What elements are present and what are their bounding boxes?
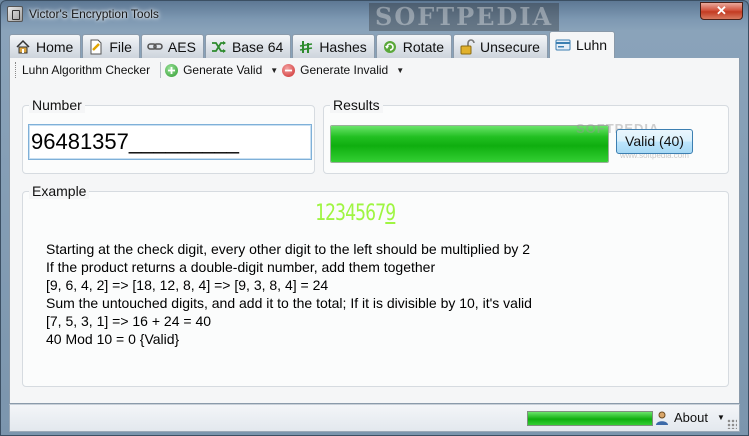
result-progress-fill [331, 126, 608, 162]
open-lock-icon [459, 38, 475, 55]
luhn-panel: Number Results SOFTPEDIA www.softpedia.c… [9, 82, 740, 404]
close-button[interactable]: ✕ [700, 2, 743, 20]
hash-icon [298, 39, 314, 55]
card-icon [555, 37, 571, 53]
window-title: Victor's Encryption Tools [29, 7, 159, 21]
result-progress-bar [330, 125, 609, 163]
generate-invalid-button[interactable]: Generate Invalid ▼ [282, 63, 404, 77]
resize-grip[interactable] [727, 419, 737, 429]
tab-file[interactable]: File [82, 34, 140, 58]
softpedia-watermark: SOFTPEDIA [369, 3, 560, 31]
chevron-down-icon[interactable]: ▼ [270, 66, 278, 75]
tab-aes[interactable]: AES [140, 34, 204, 58]
tab-luhn[interactable]: Luhn [548, 31, 616, 58]
tab-rotate[interactable]: Rotate [375, 34, 453, 58]
tab-strip: Home File AES Base 64 Hashes Rotate Unse… [9, 31, 616, 58]
generate-invalid-label: Generate Invalid [300, 63, 389, 77]
shuffle-icon [211, 39, 227, 55]
tab-label: File [109, 38, 132, 55]
luhn-toolbar: Luhn Algorithm Checker Generate Valid ▼ … [9, 58, 740, 82]
example-explanation: Starting at the check digit, every other… [46, 240, 532, 348]
tab-hashes[interactable]: Hashes [292, 34, 375, 58]
chevron-down-icon: ▼ [716, 413, 725, 422]
tab-label: AES [167, 38, 196, 55]
example-line: Sum the untouched digits, and add it to … [46, 295, 532, 311]
results-group-title: Results [330, 97, 383, 113]
app-window: Victor's Encryption Tools SOFTPEDIA ✕ Ho… [0, 0, 749, 436]
example-group-title: Example [29, 183, 90, 199]
tab-label: Luhn [575, 37, 608, 53]
generate-valid-button[interactable]: Generate Valid ▼ [165, 63, 278, 77]
toolbar-separator [160, 62, 162, 78]
about-label: About [674, 410, 708, 425]
status-progress-bar [527, 411, 653, 426]
toolbar-title: Luhn Algorithm Checker [22, 63, 151, 77]
check-digit: 9 [385, 201, 396, 226]
example-line: If the product returns a double-digit nu… [46, 259, 436, 275]
tab-base64[interactable]: Base 64 [204, 34, 292, 58]
example-line: [7, 5, 3, 1] => 16 + 24 = 40 [46, 313, 212, 329]
tab-home[interactable]: Home [9, 34, 82, 58]
rotate-icon [382, 39, 398, 55]
toolbar-grip[interactable] [15, 62, 18, 78]
app-icon [7, 6, 23, 22]
chevron-down-icon[interactable]: ▼ [396, 66, 404, 75]
home-icon [15, 39, 31, 55]
example-line: [9, 6, 4, 2] => [18, 12, 8, 4] => [9, 3,… [46, 277, 329, 293]
valid-result-button[interactable]: Valid (40) [616, 129, 693, 154]
tab-unsecure[interactable]: Unsecure [453, 34, 548, 58]
plus-icon [165, 63, 179, 77]
example-digits: 1234567 [315, 201, 386, 226]
minus-icon [282, 63, 296, 77]
example-line: Starting at the check digit, every other… [46, 241, 531, 257]
tab-label: Base 64 [231, 38, 284, 55]
tab-label: Unsecure [480, 38, 540, 55]
close-icon: ✕ [716, 3, 727, 18]
number-group-title: Number [29, 97, 85, 113]
about-button[interactable]: About ▼ [655, 410, 725, 425]
chain-link-icon [147, 39, 163, 55]
status-bar: About ▼ [9, 404, 740, 432]
file-icon [88, 39, 104, 55]
tab-label: Home [36, 38, 74, 55]
example-line: 40 Mod 10 = 0 {Valid} [46, 331, 180, 347]
status-progress-fill [528, 412, 652, 425]
user-icon [655, 411, 669, 425]
tab-label: Rotate [402, 38, 445, 55]
title-bar[interactable]: Victor's Encryption Tools SOFTPEDIA ✕ [1, 1, 748, 31]
generate-valid-label: Generate Valid [183, 63, 263, 77]
tab-label: Hashes [319, 38, 367, 55]
example-number: 12345679 [315, 201, 396, 226]
number-input[interactable] [28, 124, 312, 160]
